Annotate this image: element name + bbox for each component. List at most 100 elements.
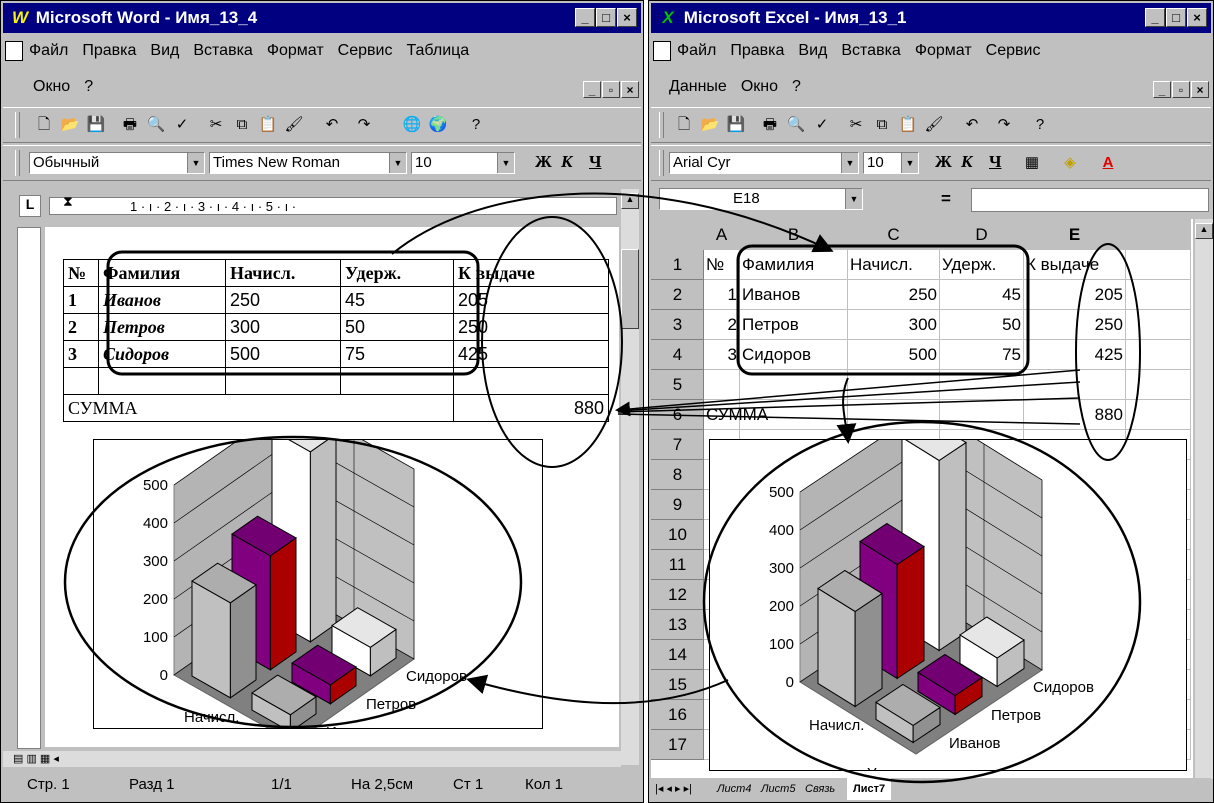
- row-header[interactable]: 8: [651, 459, 704, 490]
- doc-restore-button[interactable]: ▫: [602, 81, 620, 98]
- size-combo[interactable]: 10 ▼: [411, 152, 515, 174]
- tab-link[interactable]: Связь: [805, 778, 835, 800]
- menu-tools[interactable]: Сервис: [986, 42, 1041, 59]
- menu-insert[interactable]: Вставка: [841, 42, 900, 59]
- cell[interactable]: Удерж.: [939, 249, 1024, 280]
- italic-button[interactable]: К: [561, 152, 573, 172]
- menu-help[interactable]: ?: [792, 78, 801, 95]
- help-icon[interactable]: ?: [1029, 114, 1051, 136]
- format-painter-icon[interactable]: 🖌: [283, 114, 305, 136]
- column-header[interactable]: B: [739, 219, 848, 250]
- cell[interactable]: 880: [1023, 399, 1126, 430]
- scroll-thumb[interactable]: [621, 249, 639, 329]
- underline-button[interactable]: Ч: [989, 152, 1001, 172]
- print-preview-icon[interactable]: 🔍: [145, 114, 167, 136]
- cell[interactable]: 250: [1023, 309, 1126, 340]
- chevron-down-icon[interactable]: ▼: [845, 189, 862, 209]
- row-header[interactable]: 4: [651, 339, 704, 370]
- cell[interactable]: 3: [703, 339, 740, 370]
- cell[interactable]: Фамилия: [739, 249, 848, 280]
- fill-color-icon[interactable]: ◈: [1059, 152, 1081, 174]
- paste-icon[interactable]: 📋: [897, 114, 919, 136]
- tab-sheet5[interactable]: Лист5: [761, 778, 795, 800]
- cell[interactable]: 250: [847, 279, 940, 310]
- document-icon[interactable]: [5, 41, 23, 61]
- doc-close-button[interactable]: ×: [1191, 81, 1209, 98]
- cell[interactable]: СУММА: [703, 399, 768, 430]
- tab-nav-icons[interactable]: |◂ ◂ ▸ ▸|: [655, 778, 692, 800]
- font-color-icon[interactable]: A: [1097, 152, 1119, 174]
- cell[interactable]: Петров: [739, 309, 848, 340]
- workbook-icon[interactable]: [653, 41, 671, 61]
- menu-format[interactable]: Формат: [267, 42, 324, 59]
- cell[interactable]: Начисл.: [847, 249, 940, 280]
- menu-view[interactable]: Вид: [798, 42, 827, 59]
- row-header[interactable]: 10: [651, 519, 704, 550]
- menu-file[interactable]: Файл: [29, 42, 68, 59]
- cell[interactable]: 1: [703, 279, 740, 310]
- scroll-up-icon[interactable]: ▲: [621, 193, 639, 209]
- maximize-button[interactable]: □: [596, 8, 616, 27]
- excel-titlebar[interactable]: X Microsoft Excel - Имя_13_1 _ □ ×: [651, 3, 1211, 33]
- maximize-button[interactable]: □: [1166, 8, 1186, 27]
- cell[interactable]: Иванов: [739, 279, 848, 310]
- menu-window[interactable]: Окно: [741, 78, 778, 95]
- save-icon[interactable]: 💾: [725, 114, 747, 136]
- menu-table[interactable]: Таблица: [406, 42, 469, 59]
- row-header[interactable]: 6: [651, 399, 704, 430]
- menu-tools[interactable]: Сервис: [338, 42, 393, 59]
- row-header[interactable]: 3: [651, 309, 704, 340]
- scroll-up-icon[interactable]: ▲: [1195, 223, 1213, 239]
- row-header[interactable]: 15: [651, 669, 704, 700]
- redo-icon[interactable]: ↷: [353, 114, 375, 136]
- select-all-corner[interactable]: [651, 219, 704, 250]
- word-document-page[interactable]: № Фамилия Начисл. Удерж. К выдаче 1 Иван…: [45, 227, 619, 747]
- word-titlebar[interactable]: W Microsoft Word - Имя_13_4 _ □ ×: [3, 3, 641, 33]
- bold-button[interactable]: Ж: [935, 152, 952, 172]
- name-box[interactable]: E18 ▼: [659, 188, 863, 210]
- font-combo[interactable]: Arial Cyr ▼: [669, 152, 859, 174]
- paste-icon[interactable]: 📋: [257, 114, 279, 136]
- excel-chart-frame[interactable]: 0 100 200 300 400 500 Начисл. Удерж. Иванов Петро…: [709, 407, 1187, 779]
- chevron-down-icon[interactable]: ▼: [389, 153, 406, 173]
- column-header[interactable]: A: [703, 219, 740, 250]
- cell[interactable]: 45: [939, 279, 1024, 310]
- indent-marker-icon[interactable]: ⧗: [63, 193, 73, 210]
- menu-view[interactable]: Вид: [150, 42, 179, 59]
- cut-icon[interactable]: ✂: [845, 114, 867, 136]
- menu-file[interactable]: Файл: [677, 42, 716, 59]
- row-header[interactable]: 5: [651, 369, 704, 400]
- print-icon[interactable]: 🖶: [119, 114, 141, 136]
- spelling-icon[interactable]: ✓: [171, 114, 193, 136]
- undo-icon[interactable]: ↶: [321, 114, 343, 136]
- chevron-down-icon[interactable]: ▼: [497, 153, 514, 173]
- borders-icon[interactable]: ▦: [1021, 152, 1043, 174]
- cell[interactable]: 425: [1023, 339, 1126, 370]
- formula-equals-button[interactable]: =: [941, 189, 951, 209]
- cell[interactable]: 300: [847, 309, 940, 340]
- font-combo[interactable]: Times New Roman ▼: [209, 152, 407, 174]
- web-toolbar-icon[interactable]: 🌍: [427, 114, 449, 136]
- hyperlink-icon[interactable]: 🌐: [401, 114, 423, 136]
- menu-window[interactable]: Окно: [33, 78, 70, 95]
- style-combo[interactable]: Обычный ▼: [29, 152, 205, 174]
- open-folder-icon[interactable]: 📂: [699, 114, 721, 136]
- close-button[interactable]: ×: [617, 8, 637, 27]
- word-chart-frame[interactable]: 0100200300400500Начисл.Удерж.ИвановПетро…: [93, 400, 543, 744]
- help-icon[interactable]: ?: [465, 114, 487, 136]
- column-header[interactable]: D: [939, 219, 1024, 250]
- row-header[interactable]: 9: [651, 489, 704, 520]
- formula-input[interactable]: [971, 188, 1209, 212]
- close-button[interactable]: ×: [1187, 8, 1207, 27]
- tab-sheet7[interactable]: Лист7: [847, 778, 892, 800]
- bold-button[interactable]: Ж: [535, 152, 552, 172]
- doc-restore-button[interactable]: ▫: [1172, 81, 1190, 98]
- italic-button[interactable]: К: [961, 152, 973, 172]
- undo-icon[interactable]: ↶: [961, 114, 983, 136]
- cell[interactable]: 75: [939, 339, 1024, 370]
- redo-icon[interactable]: ↷: [993, 114, 1015, 136]
- menu-format[interactable]: Формат: [915, 42, 972, 59]
- menu-edit[interactable]: Правка: [730, 42, 784, 59]
- copy-icon[interactable]: ⧉: [871, 114, 893, 136]
- size-combo[interactable]: 10 ▼: [863, 152, 919, 174]
